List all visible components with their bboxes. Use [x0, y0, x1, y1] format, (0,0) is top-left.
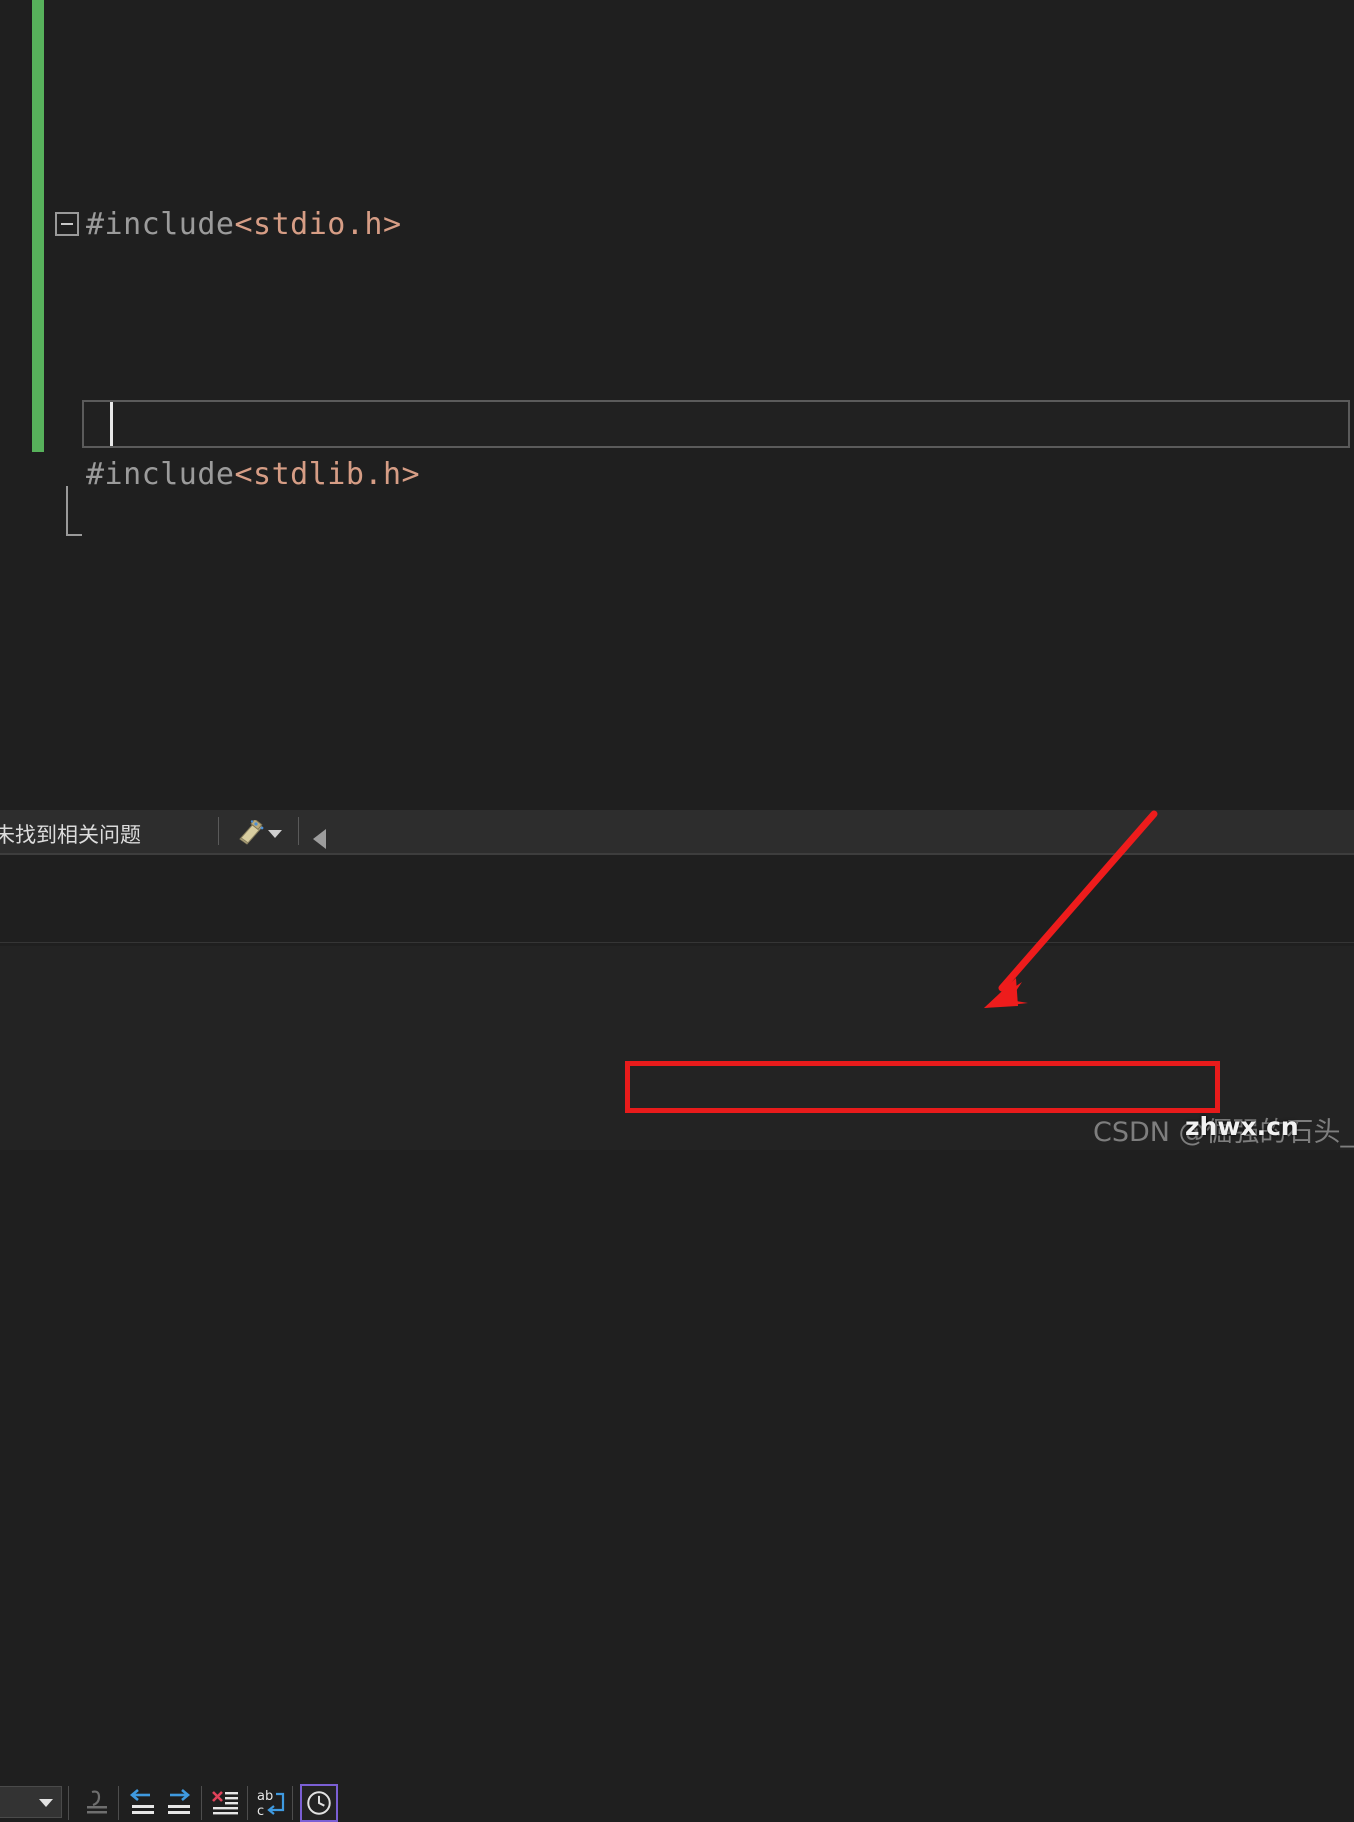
clear-all-icon[interactable]: [206, 1784, 244, 1822]
annotation-highlight-box: [625, 1061, 1220, 1113]
current-line-highlight: [82, 400, 1350, 448]
panel-divider: [0, 853, 1354, 855]
clock-icon[interactable]: [300, 1784, 338, 1822]
go-to-previous-icon[interactable]: [124, 1784, 162, 1822]
error-list-status-bar[interactable]: 未找到相关问题: [0, 810, 1354, 853]
bookmark-icon[interactable]: [78, 1784, 116, 1822]
code-line-3[interactable]: [52, 700, 1352, 750]
code-line-1[interactable]: #include<stdio.h>: [52, 200, 1352, 250]
output-toolbar[interactable]: ab c: [0, 886, 1354, 1822]
fold-guide-foot: [66, 534, 82, 536]
svg-text:ab: ab: [257, 1789, 273, 1804]
editor-margin: [44, 0, 52, 810]
code-line-2-text: #include<stdlib.h>: [86, 450, 420, 500]
svg-text:c: c: [257, 1804, 264, 1819]
token-include: #include: [86, 207, 235, 242]
toolbar-separator: [247, 1786, 248, 1820]
word-wrap-icon[interactable]: ab c: [252, 1784, 290, 1822]
panel-divider: [0, 942, 1354, 943]
site-watermark: zhwx.cn: [1185, 1112, 1299, 1141]
token-include: #include: [86, 457, 235, 492]
code-editor[interactable]: #include<stdio.h> #include<stdlib.h> int…: [0, 0, 1354, 810]
broom-icon[interactable]: [232, 820, 266, 846]
fold-toggle-icon[interactable]: [55, 212, 79, 236]
fold-guide-line: [66, 486, 68, 536]
toolbar-separator: [292, 1786, 293, 1820]
toolbar-separator: [201, 1786, 202, 1820]
code-line-2[interactable]: #include<stdlib.h>: [52, 450, 1352, 536]
toolbar-separator: [218, 817, 219, 845]
go-to-next-icon[interactable]: [160, 1784, 198, 1822]
output-source-selector[interactable]: [0, 1786, 62, 1818]
code-line-1-text: #include<stdio.h>: [86, 200, 402, 250]
error-list-status-text: 未找到相关问题: [0, 823, 141, 847]
toolbar-separator: [68, 1786, 69, 1820]
chevron-down-icon[interactable]: [39, 1799, 53, 1807]
change-indicator-bar: [32, 0, 44, 452]
nav-left-icon[interactable]: [313, 829, 326, 849]
toolbar-separator: [118, 1786, 119, 1820]
text-cursor: [110, 402, 113, 446]
chevron-down-icon[interactable]: [268, 830, 282, 838]
toolbar-separator: [298, 817, 299, 845]
token-header-stdlib: <stdlib.h>: [234, 457, 421, 492]
token-header-stdio: <stdio.h>: [234, 207, 402, 242]
